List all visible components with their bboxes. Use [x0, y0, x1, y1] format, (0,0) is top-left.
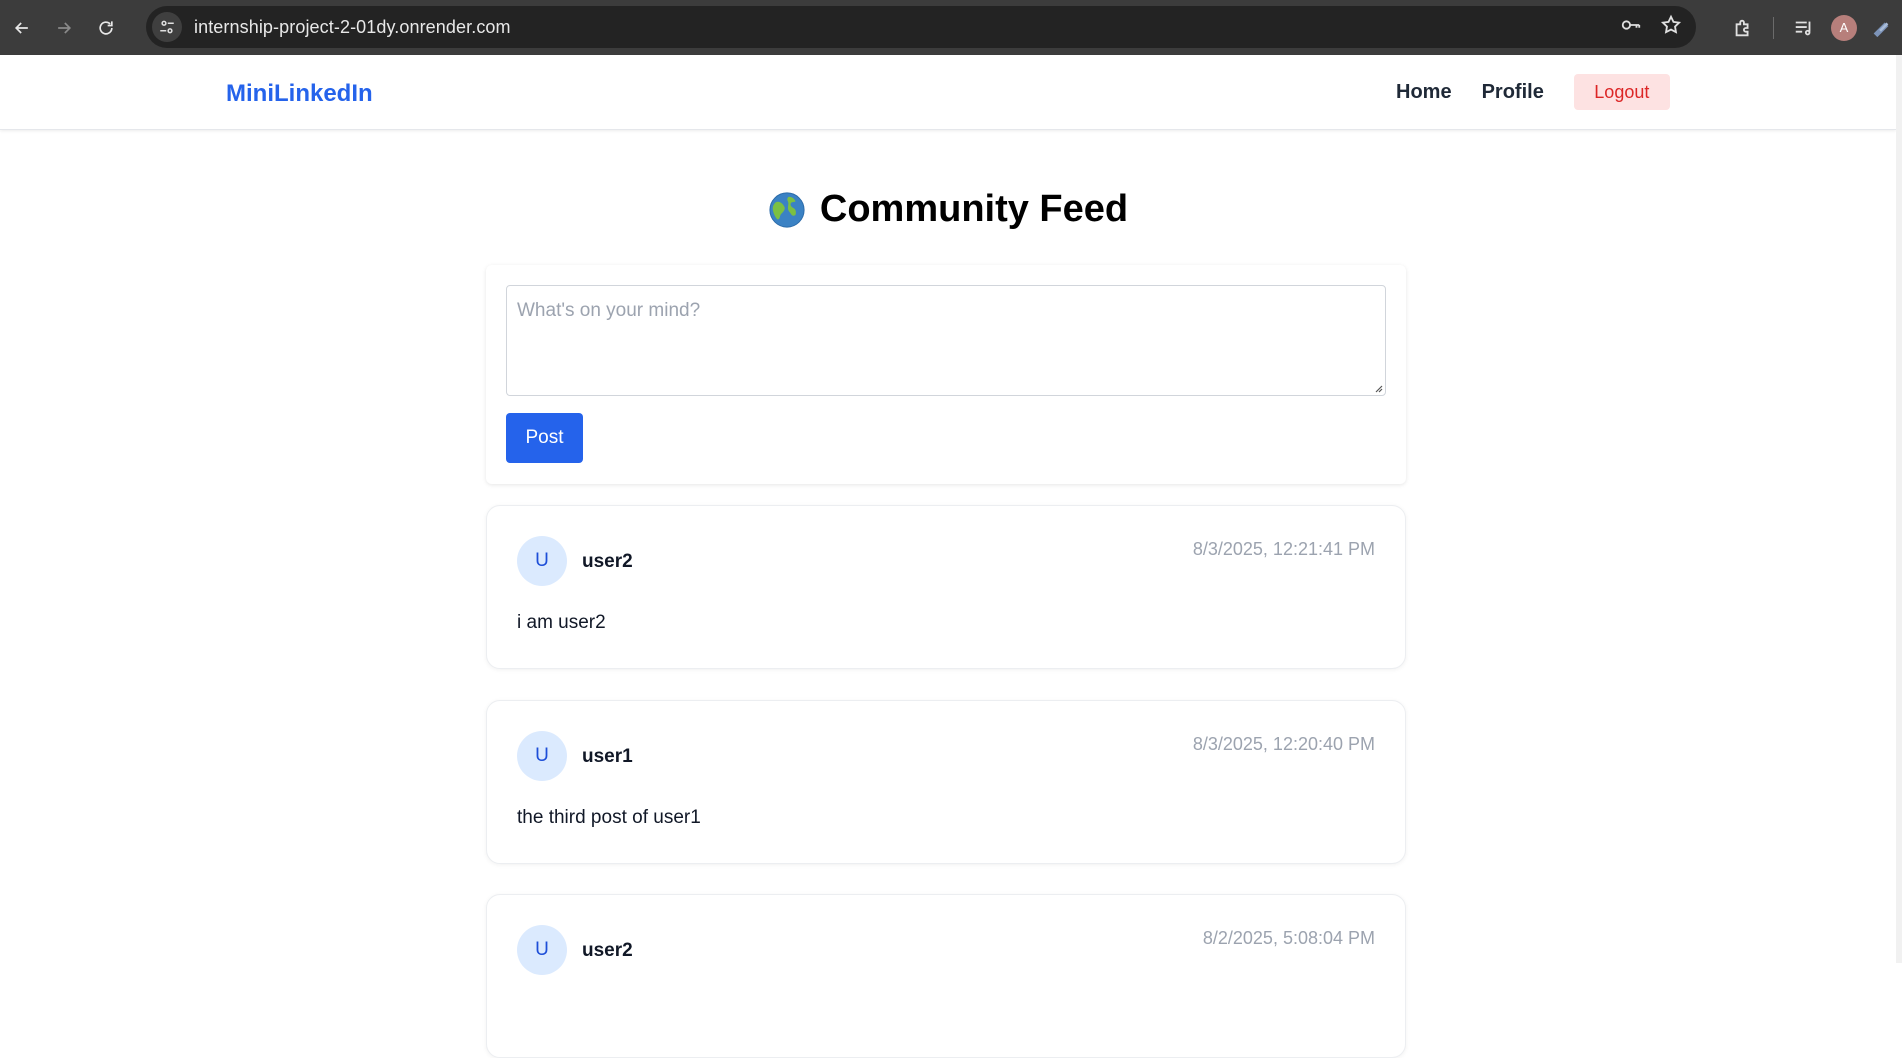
- logout-button[interactable]: Logout: [1573, 74, 1670, 110]
- post-username[interactable]: user2: [582, 551, 633, 573]
- post-card: U user2 8/2/2025, 5:08:04 PM: [486, 894, 1406, 1058]
- toolbar-divider: [1773, 16, 1774, 39]
- page-title-text: Community Feed: [819, 188, 1129, 230]
- nav-links: Home Profile Logout: [1396, 72, 1670, 112]
- post-timestamp: 8/3/2025, 12:21:41 PM: [1192, 539, 1375, 559]
- post-username[interactable]: user2: [582, 940, 633, 962]
- arrow-right-icon: [58, 21, 72, 34]
- extension-icon[interactable]: [1864, 11, 1898, 45]
- page-title: Community Feed: [0, 188, 1896, 231]
- site-info-icon[interactable]: [152, 12, 182, 42]
- media-control-button[interactable]: [1784, 8, 1824, 48]
- post-card: U user2 8/3/2025, 12:21:41 PM i am user2: [486, 505, 1406, 669]
- post-card: U user1 8/3/2025, 12:20:40 PM the third …: [486, 700, 1406, 864]
- url-text: internship-project-2-01dy.onrender.com: [194, 16, 511, 37]
- reload-icon: [99, 20, 113, 35]
- globe-icon: [769, 191, 805, 228]
- post-timestamp: 8/3/2025, 12:20:40 PM: [1192, 734, 1375, 754]
- puzzle-icon: [1735, 19, 1749, 36]
- brand-logo[interactable]: MiniLinkedIn: [226, 80, 373, 108]
- forward-button[interactable]: [44, 8, 84, 48]
- nav-link-profile[interactable]: Profile: [1482, 72, 1544, 112]
- profile-button[interactable]: A: [1824, 8, 1864, 48]
- post-textarea[interactable]: [506, 285, 1386, 396]
- avatar: U: [517, 536, 567, 586]
- playlist-icon: [1795, 21, 1811, 35]
- extensions-button[interactable]: [1723, 8, 1763, 48]
- post-timestamp: 8/2/2025, 5:08:04 PM: [1202, 928, 1375, 948]
- page-scrollbar[interactable]: [1896, 55, 1902, 963]
- arrow-left-icon: [14, 21, 28, 34]
- resize-handle-icon[interactable]: [1373, 383, 1383, 393]
- post-content: the third post of user1: [517, 807, 701, 828]
- avatar: U: [517, 925, 567, 975]
- app-navbar: MiniLinkedIn Home Profile Logout: [0, 55, 1896, 130]
- star-icon[interactable]: [1660, 14, 1682, 41]
- key-icon[interactable]: [1620, 14, 1642, 41]
- address-bar[interactable]: internship-project-2-01dy.onrender.com: [146, 6, 1696, 48]
- reload-button[interactable]: [86, 8, 126, 48]
- avatar: U: [517, 731, 567, 781]
- post-content: i am user2: [517, 612, 606, 633]
- post-composer: Post: [486, 265, 1406, 484]
- back-button[interactable]: [2, 8, 42, 48]
- nav-link-home[interactable]: Home: [1396, 72, 1452, 112]
- browser-toolbar: internship-project-2-01dy.onrender.com A: [0, 0, 1902, 55]
- profile-avatar: A: [1831, 14, 1857, 41]
- post-username[interactable]: user1: [582, 746, 633, 768]
- post-button[interactable]: Post: [506, 413, 583, 463]
